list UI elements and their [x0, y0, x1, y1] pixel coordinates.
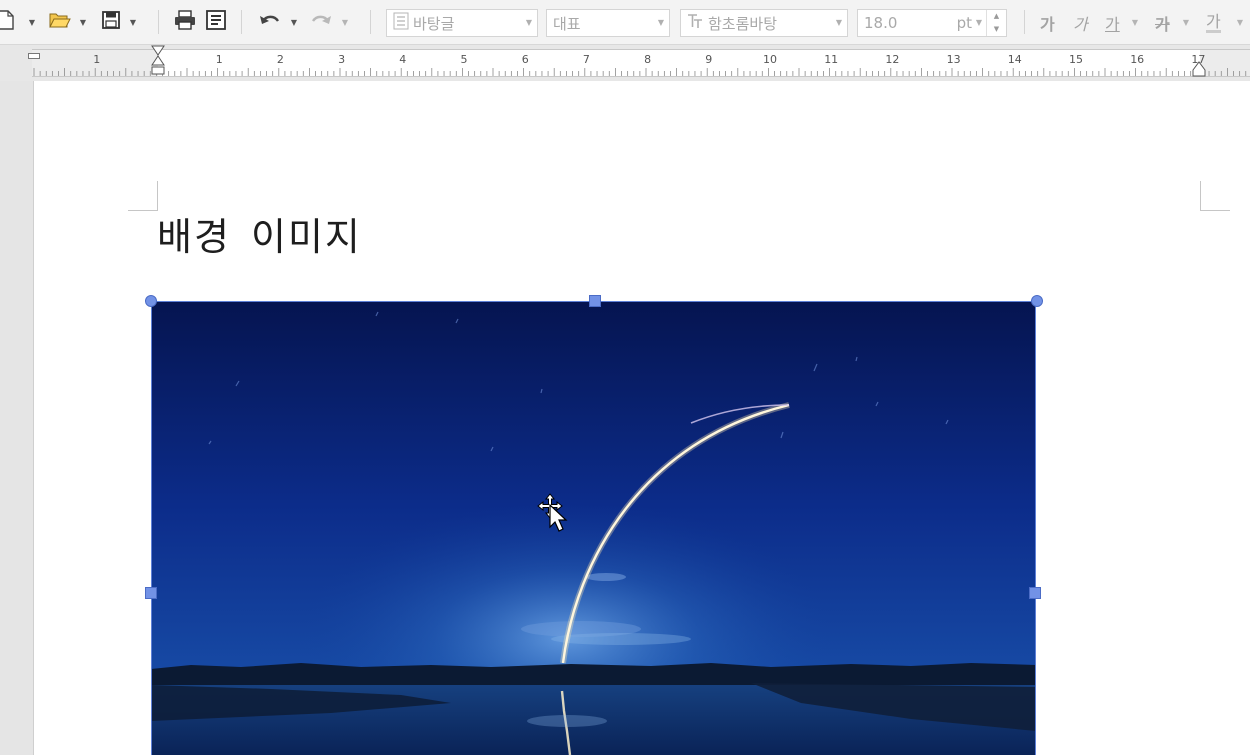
- ruler-label: 13: [947, 53, 961, 66]
- page-corner-mark-top-right: [1200, 181, 1230, 211]
- resize-handle-top-left[interactable]: [145, 295, 157, 307]
- font-unit-dropdown-icon: ▼: [975, 18, 982, 27]
- redo-dropdown[interactable]: ▼: [340, 8, 350, 36]
- background-image-object[interactable]: [151, 301, 1036, 755]
- resize-handle-right[interactable]: [1029, 587, 1041, 599]
- right-indent-icon[interactable]: [1192, 61, 1206, 81]
- undo-dropdown[interactable]: ▼: [289, 8, 299, 36]
- ruler-bar: 1 1 2 3 4 5 6 7 8 9 10 11 12 13 14 15 16 17: [0, 45, 1250, 81]
- save-disk-icon: [102, 11, 120, 33]
- underline-dropdown[interactable]: ▼: [1130, 8, 1140, 36]
- italic-label: 가: [1073, 15, 1088, 34]
- new-document-button[interactable]: [0, 8, 18, 36]
- ruler-label: 4: [399, 53, 406, 66]
- ruler-label: 7: [583, 53, 590, 66]
- print-button[interactable]: [173, 8, 197, 36]
- font-color-label: 가: [1206, 11, 1221, 31]
- first-line-indent-icon[interactable]: [151, 45, 165, 83]
- font-name-combo[interactable]: 함초롬바탕 ▼: [680, 9, 848, 37]
- save-dropdown[interactable]: ▼: [128, 8, 138, 36]
- strikethrough-button[interactable]: 가: [1155, 9, 1170, 37]
- language-value: 대표: [553, 14, 581, 33]
- ruler-scale: 1 1 2 3 4 5 6 7 8 9 10 11 12 13 14 15 16 17: [33, 53, 1247, 76]
- font-color-button[interactable]: 가: [1206, 9, 1221, 33]
- ruler-label: 8: [644, 53, 651, 66]
- resize-handle-top-right[interactable]: [1031, 295, 1043, 307]
- new-document-icon: [0, 10, 15, 34]
- font-size-combo[interactable]: 18.0 pt ▼ ▲ ▼: [857, 9, 1007, 37]
- printer-icon: [174, 10, 196, 34]
- truetype-font-icon: [687, 13, 703, 33]
- paragraph-style-value: 바탕글: [413, 14, 455, 33]
- move-cursor-icon: [536, 493, 576, 541]
- bold-label: 가: [1040, 15, 1055, 34]
- strikethrough-label: 가: [1155, 15, 1170, 34]
- resize-handle-top[interactable]: [589, 295, 601, 307]
- redo-button[interactable]: [309, 8, 333, 36]
- ruler-label: 6: [522, 53, 529, 66]
- ruler-label: 14: [1008, 53, 1022, 66]
- print-preview-icon: [206, 10, 226, 34]
- underline-button[interactable]: 가: [1105, 9, 1120, 37]
- font-size-up-icon[interactable]: ▲: [987, 10, 1006, 23]
- font-size-value: 18.0: [864, 14, 898, 32]
- paragraph-style-icon: [393, 12, 409, 34]
- strikethrough-dropdown[interactable]: ▼: [1181, 8, 1191, 36]
- language-dropdown-icon: ▼: [657, 18, 664, 27]
- ruler-label: 1: [93, 53, 100, 66]
- undo-button[interactable]: [258, 8, 282, 36]
- font-color-dropdown[interactable]: ▼: [1235, 8, 1245, 36]
- new-document-dropdown[interactable]: ▼: [27, 8, 37, 36]
- toolbar: ▼ ▼ ▼ ▼ ▼ 바탕글 ▼ 대표 ▼ 함초롬바탕 ▼ 18.0 pt ▼ ▲…: [0, 0, 1250, 45]
- resize-handle-left[interactable]: [145, 587, 157, 599]
- print-preview-button[interactable]: [204, 8, 228, 36]
- ruler-label: 12: [885, 53, 899, 66]
- open-folder-icon: [49, 11, 71, 33]
- open-button[interactable]: [48, 8, 72, 36]
- ruler-label: 15: [1069, 53, 1083, 66]
- font-size-down-icon[interactable]: ▼: [987, 23, 1006, 36]
- font-size-unit: pt: [956, 14, 972, 32]
- undo-icon: [259, 12, 281, 32]
- ruler-label: 3: [338, 53, 345, 66]
- open-dropdown[interactable]: ▼: [78, 8, 88, 36]
- ruler-label: 11: [824, 53, 838, 66]
- paragraph-style-dropdown-icon: ▼: [525, 18, 532, 27]
- toolbar-separator: [1024, 10, 1025, 34]
- page-corner-mark-top-left: [128, 181, 158, 211]
- ruler-label: 9: [705, 53, 712, 66]
- paragraph-style-combo[interactable]: 바탕글 ▼: [386, 9, 538, 37]
- document-heading[interactable]: 배경 이미지: [157, 206, 362, 261]
- ruler-label: 16: [1130, 53, 1144, 66]
- italic-button[interactable]: 가: [1073, 9, 1088, 37]
- ruler-label: 5: [461, 53, 468, 66]
- font-name-value: 함초롬바탕: [708, 14, 778, 33]
- underline-label: 가: [1105, 15, 1120, 34]
- toolbar-separator: [241, 10, 242, 34]
- ruler-label: 1: [216, 53, 223, 66]
- ruler-label: 10: [763, 53, 777, 66]
- language-combo[interactable]: 대표 ▼: [546, 9, 670, 37]
- toolbar-separator: [370, 10, 371, 34]
- tab-type-icon[interactable]: [28, 46, 40, 65]
- save-button[interactable]: [99, 8, 123, 36]
- toolbar-separator: [158, 10, 159, 34]
- rocket-launch-photo: [151, 301, 1036, 755]
- redo-icon: [310, 12, 332, 32]
- bold-button[interactable]: 가: [1040, 9, 1055, 37]
- font-size-spinner[interactable]: ▲ ▼: [986, 10, 1006, 36]
- horizontal-ruler[interactable]: 1 1 2 3 4 5 6 7 8 9 10 11 12 13 14 15 16 17: [32, 45, 1250, 77]
- font-name-dropdown-icon: ▼: [835, 18, 842, 27]
- ruler-label: 2: [277, 53, 284, 66]
